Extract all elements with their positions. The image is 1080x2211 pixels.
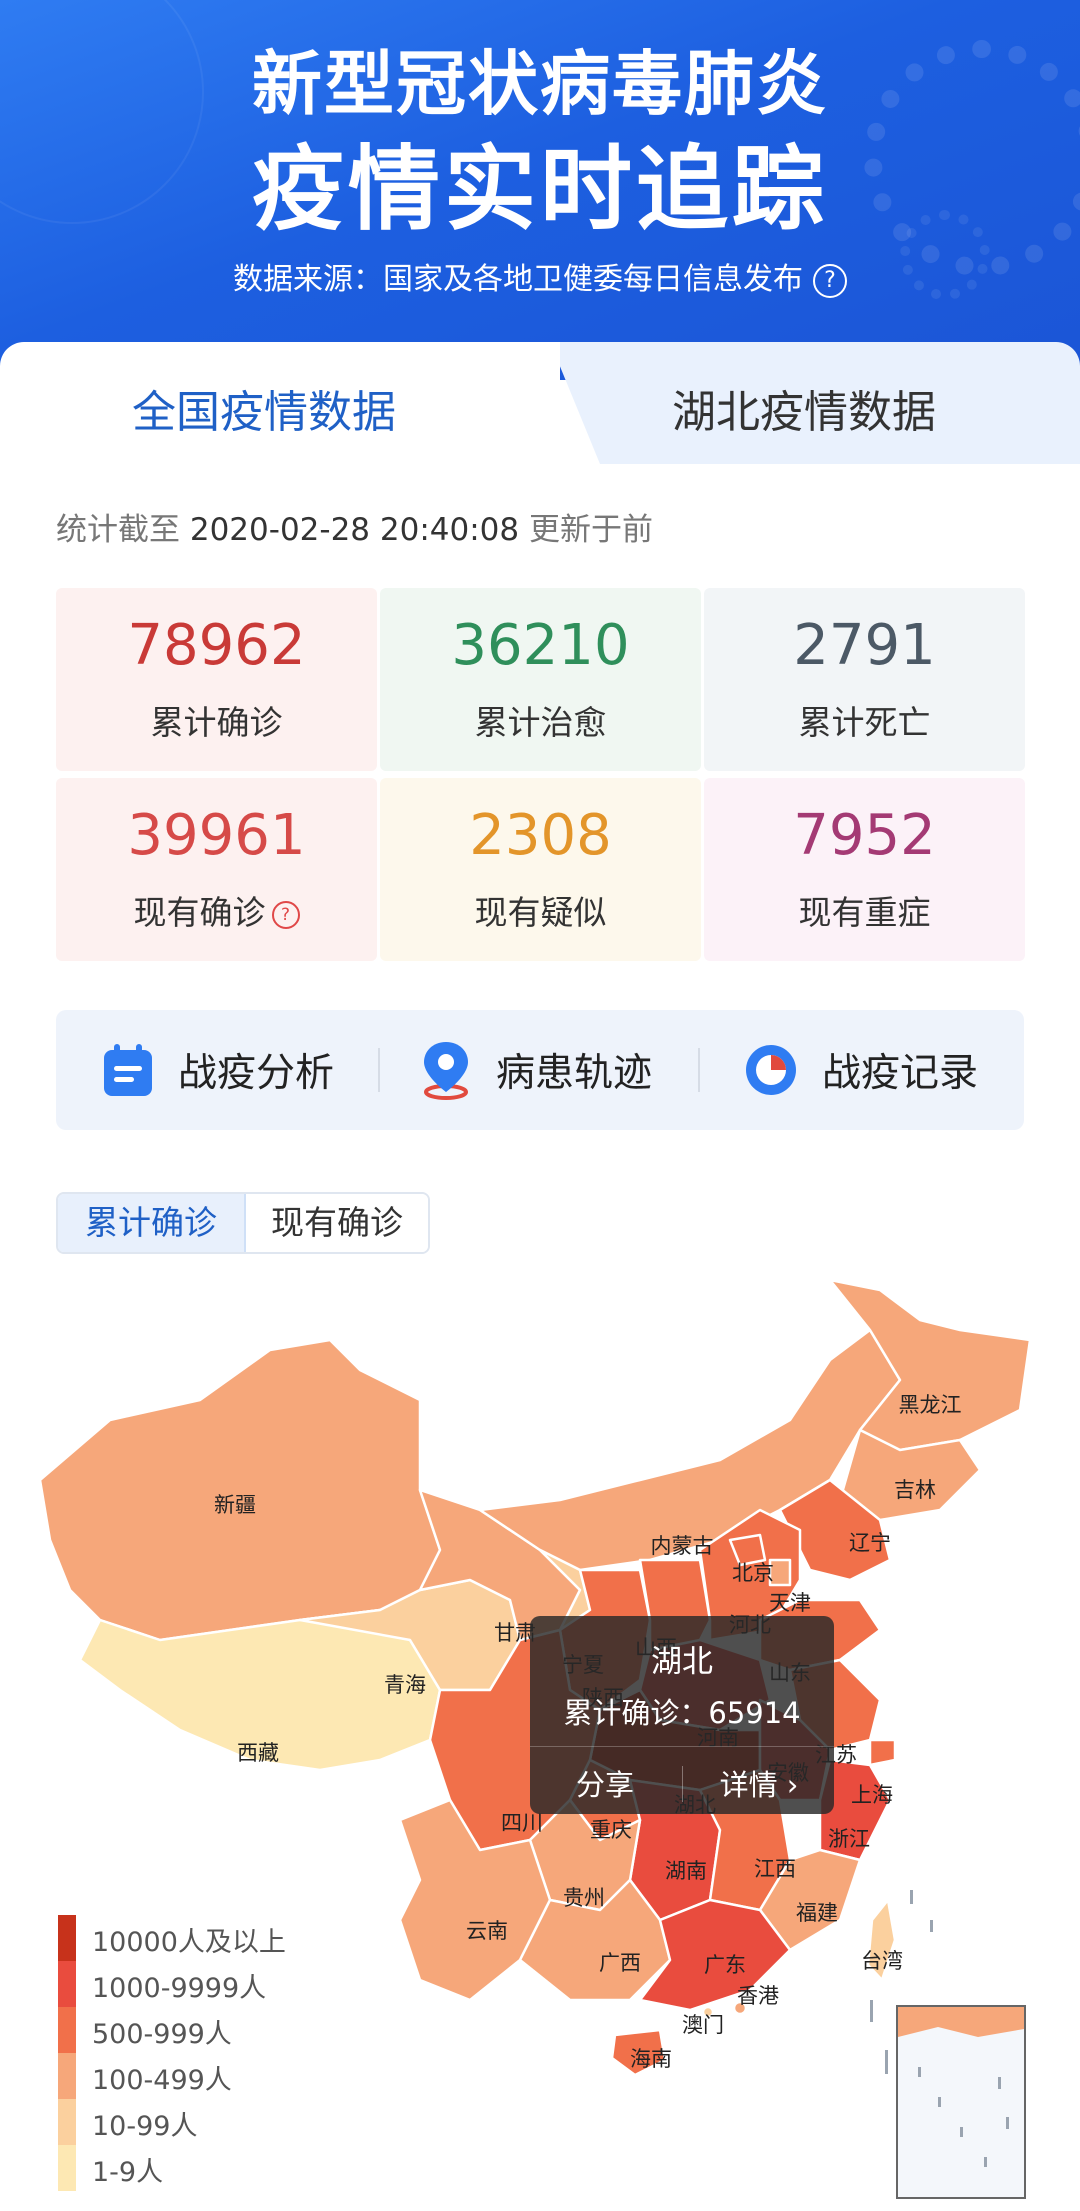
legend-swatch (58, 1915, 76, 1961)
tooltip-province: 湖北 (651, 1644, 713, 1680)
stat-card-current-suspected: 2308 现有疑似 (380, 778, 701, 961)
province-label: 海南 (630, 2047, 672, 2071)
stat-label: 累计治愈 (474, 703, 607, 742)
province-label: 吉林 (894, 1478, 936, 1502)
data-source-text: 数据来源：国家及各地卫健委每日信息发布 (233, 262, 803, 297)
quick-entry-bar: 战疫分析 病患轨迹 战疫记录 (56, 1010, 1024, 1130)
province-label: 黑龙江 (899, 1393, 962, 1417)
legend-swatch (58, 2145, 76, 2191)
legend-swatch (58, 2053, 76, 2099)
inset-map (898, 2007, 1024, 2167)
pie-chart-icon (746, 1045, 796, 1095)
divider (378, 1048, 380, 1092)
divider (698, 1048, 700, 1092)
province-label: 云南 (466, 1919, 508, 1943)
tooltip-value: 累计确诊：65914 (530, 1690, 834, 1732)
quick-entry-trajectory[interactable]: 病患轨迹 (420, 1010, 652, 1130)
legend-label: 500-999人 (92, 2019, 232, 2050)
province-label: 西藏 (237, 1741, 279, 1765)
quick-entry-label: 病患轨迹 (496, 1051, 653, 1096)
tooltip-metric-label: 累计确诊： (563, 1696, 709, 1730)
legend-label: 1000-9999人 (92, 1973, 267, 2004)
share-button[interactable]: 分享 (530, 1762, 680, 1804)
update-prefix: 统计截至 (56, 512, 180, 548)
province-label: 重庆 (590, 1818, 632, 1842)
province-label: 台湾 (861, 1949, 903, 1973)
legend-swatch (58, 1961, 76, 2007)
stat-label: 现有重症 (798, 893, 931, 932)
province-label: 辽宁 (849, 1531, 891, 1555)
province-label: 四川 (501, 1811, 543, 1835)
province-label: 天津 (769, 1591, 811, 1615)
header-banner: 新型冠状病毒肺炎 疫情实时追踪 数据来源：国家及各地卫健委每日信息发布? (0, 0, 1080, 380)
province-label: 广西 (599, 1951, 641, 1975)
province-label: 澳门 (682, 2013, 724, 2037)
page-title-line1: 新型冠状病毒肺炎 (252, 43, 828, 125)
toggle-current-confirmed[interactable]: 现有确诊 (246, 1194, 428, 1252)
quick-entry-label: 战疫记录 (822, 1051, 979, 1096)
region-shanghai[interactable] (868, 1738, 897, 1767)
province-label: 贵州 (563, 1886, 605, 1910)
stat-value: 78962 (127, 613, 306, 678)
stat-value: 39961 (127, 803, 306, 868)
region-tabs: 全国疫情数据 湖北疫情数据 (0, 342, 1080, 464)
province-label: 青海 (384, 1673, 426, 1697)
province-label: 北京 (732, 1561, 774, 1585)
detail-button[interactable]: 详情 › (684, 1762, 834, 1804)
province-label: 上海 (851, 1783, 893, 1807)
tab-hubei-label[interactable]: 湖北疫情数据 (672, 376, 936, 440)
tab-national-label[interactable]: 全国疫情数据 (132, 376, 396, 440)
stat-card-current-severe: 7952 现有重症 (704, 778, 1025, 961)
quick-entry-label: 战疫分析 (178, 1051, 335, 1096)
quick-entry-analysis[interactable]: 战疫分析 (102, 1010, 334, 1130)
south-china-sea-inset (896, 2005, 1026, 2199)
stat-label: 累计死亡 (798, 703, 931, 742)
page-title-line2: 疫情实时追踪 (251, 136, 828, 243)
help-icon[interactable]: ? (813, 263, 847, 298)
help-icon[interactable]: ? (271, 900, 300, 929)
stat-value: 7952 (793, 803, 936, 868)
update-time: 统计截至 2020-02-28 20:40:08 更新于前 (56, 504, 653, 549)
stat-card-current-confirmed: 39961 现有确诊? (56, 778, 377, 961)
province-label: 广东 (704, 1953, 746, 1977)
stat-card-total-deaths: 2791 累计死亡 (704, 588, 1025, 771)
legend-swatch (58, 2007, 76, 2053)
province-label: 新疆 (214, 1493, 256, 1517)
stat-card-total-confirmed: 78962 累计确诊 (56, 588, 377, 771)
stat-label: 现有疑似 (474, 893, 607, 932)
divider (530, 1746, 834, 1747)
divider (682, 1766, 683, 1802)
map-pin-icon (424, 1042, 468, 1100)
stat-value: 2308 (469, 803, 612, 868)
update-suffix: 更新于前 (528, 512, 653, 548)
quick-entry-record[interactable]: 战疫记录 (744, 1010, 978, 1130)
province-label: 湖南 (665, 1859, 707, 1883)
stat-label-text: 现有确诊 (133, 893, 266, 932)
stat-value: 2791 (793, 613, 936, 678)
legend-label: 100-499人 (92, 2065, 232, 2096)
province-label: 浙江 (828, 1827, 870, 1851)
stat-label: 现有确诊? (56, 886, 377, 934)
stat-card-total-cured: 36210 累计治愈 (380, 588, 701, 771)
toggle-total-confirmed[interactable]: 累计确诊 (58, 1194, 246, 1252)
stat-label: 累计确诊 (150, 703, 283, 742)
province-label: 香港 (737, 1984, 779, 2008)
map-mode-toggle: 累计确诊 现有确诊 (56, 1192, 430, 1254)
tooltip-metric-value: 65914 (708, 1696, 801, 1730)
calendar-icon (104, 1044, 152, 1096)
map-tooltip: 湖北 累计确诊：65914 分享 详情 › (530, 1616, 834, 1814)
legend-swatch (58, 2099, 76, 2145)
legend-label: 1-9人 (92, 2157, 164, 2188)
province-label: 内蒙古 (651, 1534, 714, 1558)
legend-label: 10000人及以上 (92, 1927, 286, 1958)
legend-label: 10-99人 (92, 2111, 198, 2142)
region-xinjiang[interactable] (38, 1338, 442, 1642)
update-timestamp: 2020-02-28 20:40:08 (189, 512, 520, 548)
stat-value: 36210 (451, 613, 630, 678)
province-label: 江西 (754, 1857, 796, 1881)
data-source: 数据来源：国家及各地卫健委每日信息发布? (0, 254, 1080, 298)
province-label: 福建 (796, 1901, 838, 1925)
